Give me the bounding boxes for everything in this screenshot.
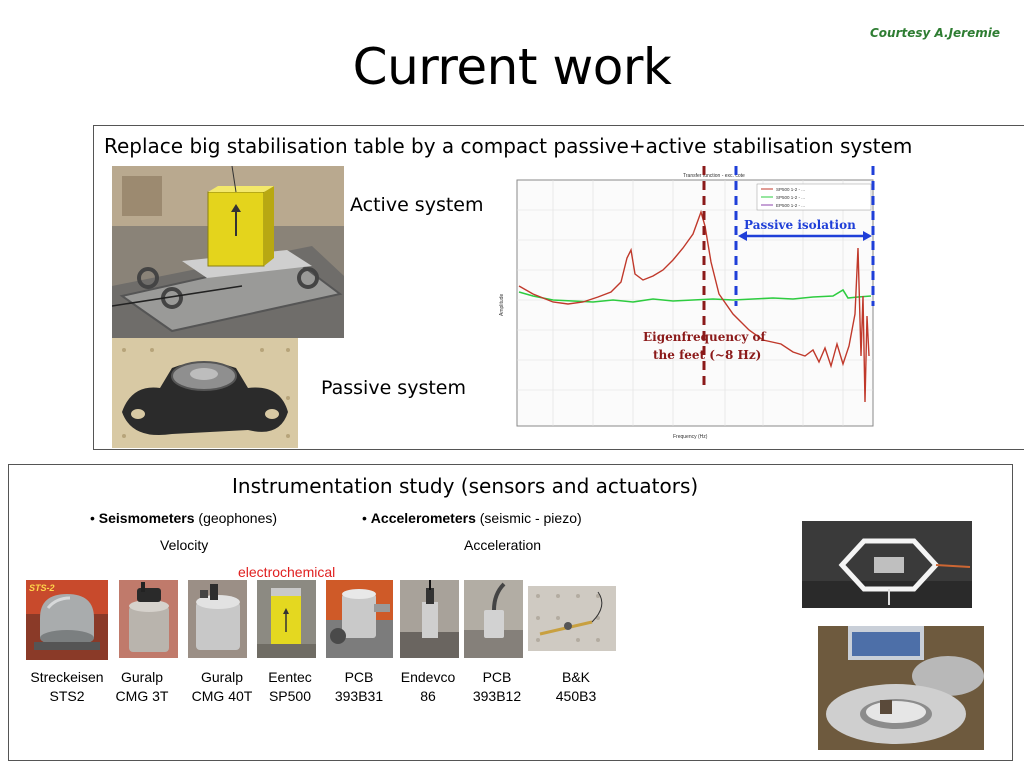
sensor-caption-sts2: Streckeisen STS2 — [26, 668, 108, 706]
sensor-photo-sp500 — [257, 580, 316, 658]
sensor-caption-line2: CMG 40T — [191, 688, 253, 704]
bullet-icon: • — [362, 510, 371, 526]
sensor-caption-sp500: Eentec SP500 — [261, 668, 319, 706]
sts2-tag: STS-2 — [29, 583, 55, 593]
sensor-caption-line1: PCB — [344, 669, 374, 685]
sensor-caption-line2: 86 — [420, 688, 436, 704]
sensor-photo-393b12 — [464, 580, 523, 658]
acceleration-label: Acceleration — [464, 537, 542, 553]
velocity-label: Velocity — [160, 537, 209, 553]
sensor-caption-393b12: PCB 393B12 — [466, 668, 528, 706]
eigenfrequency-label-line2: the feet (~8 Hz) — [653, 348, 761, 362]
accelerometers-bullet: • Accelerometers (seismic - piezo) — [362, 510, 582, 526]
legend-entry-1: SP500 1-2 - ... — [776, 187, 805, 192]
electrochemical-label: electrochemical — [238, 564, 336, 580]
sensor-caption-line1: Guralp — [200, 669, 244, 685]
passive-isolation-label: Passive isolation — [744, 218, 856, 232]
sensor-photo-450b3 — [528, 586, 616, 651]
eigenfrequency-label-line1: Eigenfrequency of — [643, 330, 767, 344]
stabilisation-heading: Replace big stabilisation table by a com… — [104, 134, 913, 158]
seismometers-title: Seismometers — [98, 510, 195, 526]
sensor-photo-cmg3t — [119, 580, 178, 658]
seismometers-note: (geophones) — [194, 510, 278, 526]
sensor-caption-line1: B&K — [561, 669, 590, 685]
sensor-caption-line1: Eentec — [268, 669, 312, 685]
sensor-caption-line2: SP500 — [268, 688, 312, 704]
sensor-caption-450b3: B&K 450B3 — [545, 668, 607, 706]
sensor-caption-line2: STS2 — [49, 688, 85, 704]
plot-xlabel: Frequency (Hz) — [673, 434, 708, 440]
sensor-photo-endevco86 — [400, 580, 459, 658]
sensor-caption-cmg3t: Guralp CMG 3T — [110, 668, 174, 706]
plot-legend: SP500 1-2 - ... SP500 1-2 - ... EP500 1-… — [756, 183, 872, 211]
sensor-caption-line1: Endevco — [400, 669, 456, 685]
legend-entry-2: SP500 1-2 - ... — [776, 195, 805, 200]
sensor-photo-cmg40t — [188, 580, 247, 658]
actuator-photo-top — [802, 521, 972, 608]
accelerometers-title: Accelerometers — [370, 510, 476, 526]
actuator-photo-bottom — [818, 626, 984, 750]
sensor-caption-line2: 393B31 — [334, 688, 384, 704]
slide-title: Current work — [352, 38, 672, 96]
passive-system-label: Passive system — [321, 377, 466, 399]
accelerometers-note: (seismic - piezo) — [475, 510, 582, 526]
active-system-photo — [112, 166, 344, 338]
sensor-caption-line1: Streckeisen — [30, 669, 104, 685]
sensor-caption-line1: Guralp — [120, 669, 164, 685]
passive-system-photo — [112, 338, 298, 448]
sensor-caption-line1: PCB — [482, 669, 512, 685]
bullet-icon: • — [90, 510, 99, 526]
seismometers-bullet: • Seismometers (geophones) — [90, 510, 277, 526]
sensor-caption-line2: 393B12 — [472, 688, 522, 704]
transfer-function-plot: Transfer function - exc. cote Amplitude … — [493, 166, 883, 443]
sensor-caption-393b31: PCB 393B31 — [328, 668, 390, 706]
sensor-caption-line2: 450B3 — [555, 688, 597, 704]
sensor-caption-line2: CMG 3T — [115, 688, 169, 704]
instrumentation-heading: Instrumentation study (sensors and actua… — [232, 474, 699, 498]
plot-ylabel: Amplitude — [499, 294, 505, 316]
active-system-label: Active system — [350, 194, 484, 216]
sensor-caption-cmg40t: Guralp CMG 40T — [184, 668, 260, 706]
sensor-photo-393b31 — [326, 580, 393, 658]
legend-entry-3: EP500 1-2 - ... — [776, 203, 805, 208]
sensor-photo-sts2: STS-2 — [26, 580, 108, 660]
sensor-caption-endevco86: Endevco 86 — [396, 668, 460, 706]
